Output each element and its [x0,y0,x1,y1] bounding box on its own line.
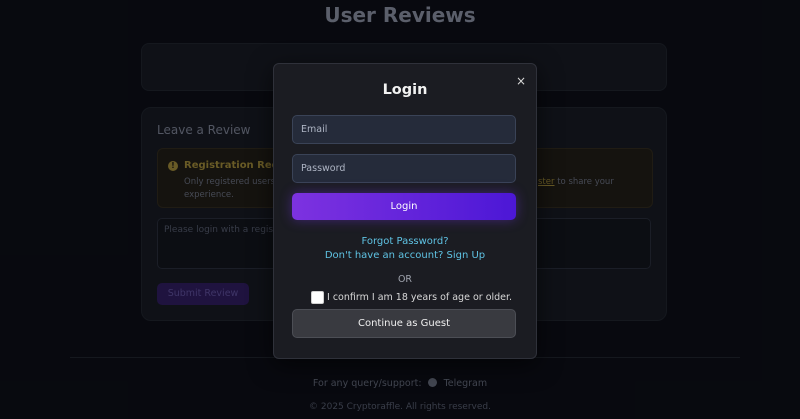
forgot-password-link[interactable]: Forgot Password? [274,236,536,247]
login-modal: × Login Login Forgot Password? Don't hav… [273,63,537,359]
password-field[interactable] [292,154,516,183]
signup-link[interactable]: Don't have an account? Sign Up [274,250,536,261]
login-button[interactable]: Login [292,193,516,220]
continue-as-guest-button[interactable]: Continue as Guest [292,309,516,338]
or-divider: OR [397,274,413,285]
age-confirm-checkbox[interactable] [311,291,324,304]
age-confirm-label[interactable]: I confirm I am 18 years of age or older. [327,292,512,303]
email-field[interactable] [292,115,516,144]
modal-title: Login [382,82,428,98]
